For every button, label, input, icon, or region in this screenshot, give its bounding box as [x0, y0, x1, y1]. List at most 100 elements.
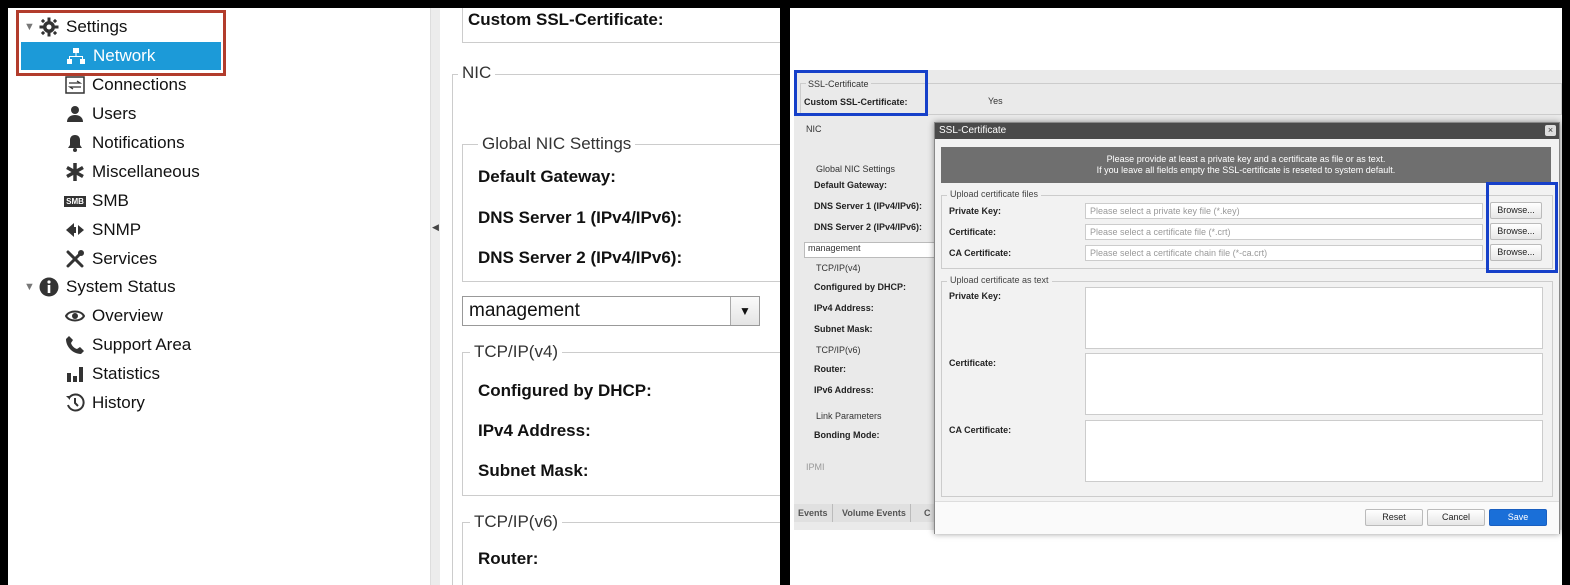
- left-screenshot-panel: ▼ Settings Network Connections Users Not…: [8, 8, 780, 585]
- bg-router: Router:: [814, 364, 846, 374]
- phone-icon: [64, 334, 86, 356]
- bg-tcpv4-legend: TCP/IP(v4): [816, 263, 861, 273]
- interface-select[interactable]: management ▼: [462, 296, 760, 326]
- network-settings-content: Custom SSL-Certificate: NIC Global NIC S…: [440, 8, 780, 585]
- ca-certificate-file-input[interactable]: Please select a certificate chain file (…: [1085, 245, 1483, 261]
- tree-item-history[interactable]: History: [64, 389, 145, 417]
- smb-icon-text: SMB: [64, 195, 86, 207]
- smb-icon: SMB: [64, 190, 86, 212]
- bg-ipmi-legend: IPMI: [806, 462, 825, 472]
- eye-icon: [64, 305, 86, 327]
- tree-label-overview: Overview: [92, 306, 163, 325]
- chevron-down-icon[interactable]: ▼: [730, 297, 759, 325]
- reset-button[interactable]: Reset: [1365, 509, 1423, 526]
- bg-link-params-legend: Link Parameters: [816, 411, 882, 421]
- tab-events[interactable]: Events: [794, 504, 833, 522]
- tree-item-support-area[interactable]: Support Area: [64, 331, 191, 359]
- tree-label-connections: Connections: [92, 75, 187, 94]
- ca-certificate-textarea[interactable]: [1085, 420, 1543, 482]
- tree-item-services[interactable]: Services: [64, 245, 157, 273]
- tree-item-snmp[interactable]: SNMP: [64, 216, 141, 244]
- dns1-label: DNS Server 1 (IPv4/IPv6):: [478, 208, 683, 227]
- right-screenshot-panel: SSL-Certificate Custom SSL-Certificate: …: [790, 8, 1562, 585]
- dns2-label: DNS Server 2 (IPv4/IPv6):: [478, 248, 683, 267]
- banner-line-2: If you leave all fields empty the SSL-ce…: [1096, 165, 1396, 175]
- bg-subnet-mask: Subnet Mask:: [814, 324, 873, 334]
- history-icon: [64, 392, 86, 414]
- upload-files-legend: Upload certificate files: [947, 189, 1042, 199]
- user-icon: [64, 103, 86, 125]
- certificate-textarea[interactable]: [1085, 353, 1543, 415]
- text-certificate-label: Certificate:: [949, 358, 997, 368]
- ipv4-address-label: IPv4 Address:: [478, 421, 591, 440]
- tree-item-miscellaneous[interactable]: Miscellaneous: [64, 158, 200, 186]
- blue-highlight-browse: [1486, 182, 1558, 273]
- certificate-file-input[interactable]: Please select a certificate file (*.crt): [1085, 224, 1483, 240]
- custom-ssl-label: Custom SSL-Certificate:: [468, 10, 664, 29]
- bg-interface-select[interactable]: management: [804, 242, 939, 258]
- tree-label-services: Services: [92, 249, 158, 268]
- blue-highlight-ssl: [794, 70, 928, 116]
- tcpv4-legend: TCP/IP(v4): [470, 342, 563, 362]
- bg-dns2: DNS Server 2 (IPv4/IPv6):: [814, 222, 923, 232]
- certificate-label: Certificate:: [949, 227, 997, 237]
- close-icon[interactable]: ×: [1545, 125, 1556, 136]
- collapse-arrow-icon[interactable]: ◀: [432, 222, 439, 233]
- tree-item-smb[interactable]: SMB SMB: [64, 187, 129, 215]
- bg-configured-dhcp: Configured by DHCP:: [814, 282, 906, 292]
- tab-volume-events[interactable]: Volume Events: [838, 504, 911, 522]
- tree-label-system-status: System Status: [66, 277, 176, 296]
- tree-item-connections[interactable]: Connections: [64, 71, 187, 99]
- expand-arrow-icon[interactable]: ▼: [24, 281, 38, 293]
- connections-icon: [64, 74, 86, 96]
- text-private-key-label: Private Key:: [949, 291, 1002, 301]
- tree-label-snmp: SNMP: [92, 220, 142, 239]
- router-label: Router:: [478, 549, 539, 568]
- private-key-label: Private Key:: [949, 206, 1002, 216]
- bg-tcpv6-legend: TCP/IP(v6): [816, 345, 861, 355]
- subnet-mask-label: Subnet Mask:: [478, 461, 589, 480]
- info-icon: [38, 276, 60, 298]
- bg-dns1: DNS Server 1 (IPv4/IPv6):: [814, 201, 923, 211]
- tree-item-statistics[interactable]: Statistics: [64, 360, 160, 388]
- tree-label-support-area: Support Area: [92, 335, 192, 354]
- bg-ipv6-address: IPv6 Address:: [814, 385, 874, 395]
- bg-nic-legend: NIC: [806, 124, 822, 134]
- asterisk-icon: [64, 161, 86, 183]
- cancel-button[interactable]: Cancel: [1427, 509, 1485, 526]
- private-key-file-input[interactable]: Please select a private key file (*.key): [1085, 203, 1483, 219]
- dialog-info-banner: Please provide at least a private key an…: [941, 147, 1551, 183]
- tree-label-notifications: Notifications: [92, 133, 185, 152]
- private-key-textarea[interactable]: [1085, 287, 1543, 349]
- configured-dhcp-label: Configured by DHCP:: [478, 381, 652, 400]
- tree-item-notifications[interactable]: Notifications: [64, 129, 185, 157]
- nic-legend: NIC: [458, 63, 496, 83]
- bg-bonding-mode: Bonding Mode:: [814, 430, 880, 440]
- dialog-title: SSL-Certificate: [935, 123, 1559, 139]
- bg-global-nic-legend: Global NIC Settings: [816, 164, 896, 174]
- upload-text-legend: Upload certificate as text: [947, 275, 1052, 285]
- default-gateway-label: Default Gateway:: [478, 167, 616, 186]
- text-ca-label: CA Certificate:: [949, 425, 1012, 435]
- tree-label-miscellaneous: Miscellaneous: [92, 162, 200, 181]
- tree-item-overview[interactable]: Overview: [64, 302, 163, 330]
- save-button[interactable]: Save: [1489, 509, 1547, 526]
- banner-line-1: Please provide at least a private key an…: [1106, 154, 1386, 164]
- bell-icon: [64, 132, 86, 154]
- bar-chart-icon: [64, 363, 86, 385]
- tree-label-smb: SMB: [92, 191, 129, 210]
- bg-ipv4-address: IPv4 Address:: [814, 303, 874, 313]
- ca-certificate-label: CA Certificate:: [949, 248, 1012, 258]
- interface-select-value: management: [469, 300, 580, 321]
- bg-custom-ssl-value: Yes: [988, 96, 1003, 106]
- tree-item-system-status[interactable]: ▼ System Status: [24, 273, 176, 301]
- ssl-certificate-dialog: SSL-Certificate × Please provide at leas…: [934, 122, 1560, 534]
- global-nic-legend: Global NIC Settings: [478, 134, 636, 154]
- navigation-tree: ▼ Settings Network Connections Users Not…: [8, 8, 430, 585]
- tools-icon: [64, 248, 86, 270]
- tree-label-statistics: Statistics: [92, 364, 161, 383]
- bottom-tab-bar: Events Volume Events C: [794, 504, 938, 522]
- tree-item-users[interactable]: Users: [64, 100, 136, 128]
- tcpv6-legend: TCP/IP(v6): [470, 512, 563, 532]
- tree-label-users: Users: [92, 104, 137, 123]
